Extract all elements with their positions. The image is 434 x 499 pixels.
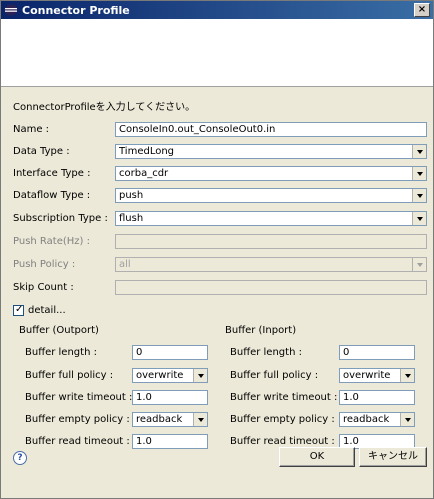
data-type-label: Data Type : [13, 146, 70, 157]
checkmark-icon: ✓ [15, 304, 24, 315]
subscription-type-value: flush [119, 213, 144, 224]
inport-full-policy-value: overwrite [343, 370, 391, 381]
interface-type-value: corba_cdr [119, 168, 169, 179]
ok-button[interactable]: OK [279, 447, 355, 467]
dataflow-type-label: Dataflow Type : [13, 190, 91, 201]
outport-read-timeout-input[interactable]: 1.0 [132, 434, 208, 449]
inport-empty-policy-combo[interactable]: readback [339, 412, 415, 427]
inport-buffer-length-label: Buffer length : [230, 347, 302, 358]
push-policy-value: all [119, 259, 131, 270]
subscription-type-combo[interactable]: flush [115, 211, 427, 226]
outport-read-timeout-label: Buffer read timeout : [25, 436, 130, 447]
eclipse-icon [4, 4, 18, 16]
chevron-down-icon[interactable] [412, 212, 426, 225]
outport-empty-policy-combo[interactable]: readback [132, 412, 208, 427]
header-banner [1, 19, 433, 87]
outport-full-policy-label: Buffer full policy : [25, 370, 114, 381]
outport-buffer-length-input[interactable]: 0 [132, 345, 208, 360]
outport-full-policy-combo[interactable]: overwrite [132, 368, 208, 383]
description-text: ConnectorProfileを入力してください。 [13, 102, 196, 113]
help-icon[interactable]: ? [13, 451, 27, 465]
dataflow-type-value: push [119, 190, 144, 201]
cancel-button[interactable]: キャンセル [359, 447, 427, 467]
inport-full-policy-label: Buffer full policy : [230, 370, 319, 381]
detail-checkbox-row[interactable]: ✓ detail... [13, 304, 66, 316]
inport-group-title: Buffer (Inport) [225, 325, 297, 336]
outport-empty-policy-value: readback [136, 414, 183, 425]
push-policy-label: Push Policy : [13, 259, 76, 270]
interface-type-combo[interactable]: corba_cdr [115, 166, 427, 181]
chevron-down-icon[interactable] [412, 167, 426, 180]
outport-full-policy-value: overwrite [136, 370, 184, 381]
data-type-value: TimedLong [119, 146, 175, 157]
name-input[interactable]: ConsoleIn0.out_ConsoleOut0.in [115, 122, 427, 137]
skip-count-label: Skip Count : [13, 282, 74, 293]
inport-write-timeout-label: Buffer write timeout : [230, 392, 338, 403]
chevron-down-icon[interactable] [412, 145, 426, 158]
dialog-body: ConnectorProfileを入力してください。 Name : Consol… [1, 88, 433, 498]
close-button[interactable]: × [414, 3, 430, 17]
chevron-down-icon[interactable] [400, 413, 414, 426]
inport-empty-policy-label: Buffer empty policy : [230, 414, 335, 425]
outport-group-title: Buffer (Outport) [19, 325, 99, 336]
outport-buffer-length-label: Buffer length : [25, 347, 97, 358]
detail-label: detail... [28, 305, 66, 316]
inport-full-policy-combo[interactable]: overwrite [339, 368, 415, 383]
interface-type-label: Interface Type : [13, 168, 91, 179]
inport-buffer-length-input[interactable]: 0 [339, 345, 415, 360]
outport-write-timeout-label: Buffer write timeout : [25, 392, 133, 403]
subscription-type-label: Subscription Type : [13, 213, 108, 224]
window-title: Connector Profile [22, 3, 130, 17]
name-label: Name : [13, 124, 50, 135]
title-bar: Connector Profile × [1, 1, 433, 19]
chevron-down-icon[interactable] [193, 413, 207, 426]
outport-empty-policy-label: Buffer empty policy : [25, 414, 130, 425]
push-rate-label: Push Rate(Hz) : [13, 236, 90, 247]
outport-write-timeout-input[interactable]: 1.0 [132, 390, 208, 405]
inport-write-timeout-input[interactable]: 1.0 [339, 390, 415, 405]
data-type-combo[interactable]: TimedLong [115, 144, 427, 159]
chevron-down-icon[interactable] [412, 189, 426, 202]
push-rate-input [115, 234, 427, 249]
connector-profile-dialog: Connector Profile × ConnectorProfileを入力し… [0, 0, 434, 499]
skip-count-input [115, 280, 427, 295]
detail-checkbox[interactable]: ✓ [13, 304, 24, 316]
chevron-down-icon[interactable] [193, 369, 207, 382]
chevron-down-icon [412, 258, 426, 271]
inport-empty-policy-value: readback [343, 414, 390, 425]
push-policy-combo: all [115, 257, 427, 272]
dataflow-type-combo[interactable]: push [115, 188, 427, 203]
chevron-down-icon[interactable] [400, 369, 414, 382]
